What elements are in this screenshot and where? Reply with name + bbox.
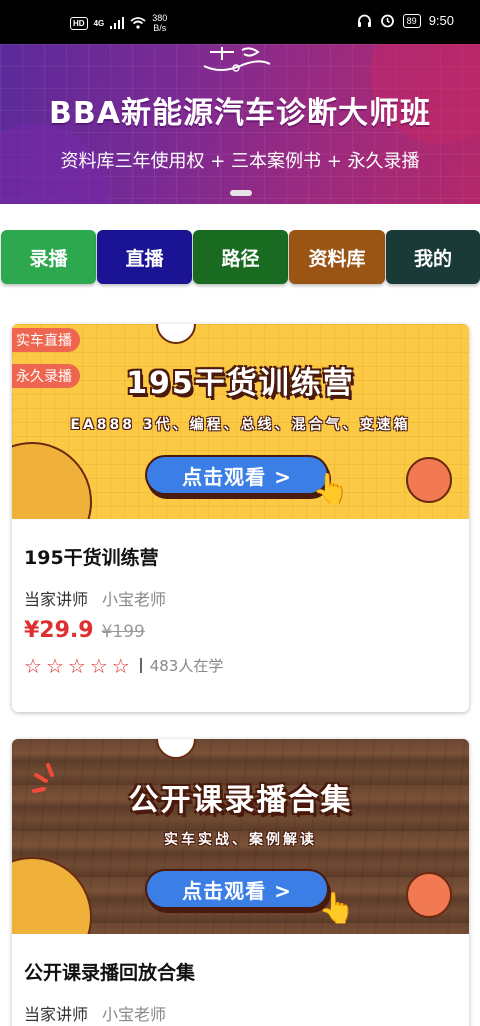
course-info: 公开课录播回放合集 当家讲师 小宝老师 [12, 958, 469, 1025]
course-cover[interactable]: 公开课录播合集 实车实战、案例解读 点击观看 > 👆 [12, 739, 469, 934]
carousel-indicator[interactable] [230, 190, 252, 196]
network-speed: 380 B/s [152, 13, 167, 33]
pointer-hand-icon: 👆 [312, 472, 350, 507]
teacher-label: 当家讲师 [24, 590, 89, 609]
permanent-replay-tag: 永久录播 [12, 364, 80, 388]
cover-subtitle: EA888 3代、编程、总线、混合气、变速箱 [70, 417, 411, 433]
star-icon: ☆ [111, 653, 130, 678]
course-title: 195干货训练营 [24, 547, 159, 569]
headphones-icon [357, 14, 371, 27]
teacher-row: 当家讲师 小宝老师 [24, 1001, 457, 1025]
status-right: 89 9:50 [357, 13, 454, 28]
watch-now-button[interactable]: 点击观看 > [145, 869, 329, 909]
promo-banner[interactable]: BBA新能源汽车诊断大师班 资料库三年使用权 + 三本案例书 + 永久录播 [0, 44, 480, 204]
pointer-hand-icon: 👆 [318, 891, 356, 926]
current-price: ¥29.9 [24, 618, 94, 643]
course-card[interactable]: 公开课录播合集 实车实战、案例解读 点击观看 > 👆 公开课录播回放合集 当家讲… [12, 739, 469, 1026]
live-tag: 实车直播 [12, 328, 80, 352]
teacher-label: 当家讲师 [24, 1005, 89, 1024]
decoration-circle [12, 442, 92, 519]
speed-value: 380 [152, 13, 168, 23]
cover-subtitle: 实车实战、案例解读 [164, 832, 317, 848]
divider [139, 658, 142, 673]
decoration-circle [406, 457, 452, 503]
banner-subtitle: 资料库三年使用权 + 三本案例书 + 永久录播 [60, 151, 420, 172]
category-nav: 录播 直播 路径 资料库 我的 [0, 230, 480, 286]
course-cover[interactable]: 195干货训练营 EA888 3代、编程、总线、混合气、变速箱 点击观看 > 👆… [12, 324, 469, 519]
wifi-icon [130, 17, 146, 29]
status-bar: HD 4G 380 B/s 89 9:50 [0, 0, 480, 44]
price-row: ¥29.9 ¥199 [24, 618, 457, 643]
status-left: HD 4G 380 B/s [70, 13, 167, 33]
signal-icon [110, 17, 125, 29]
clock: 9:50 [428, 13, 454, 28]
watch-now-button[interactable]: 点击观看 > [145, 455, 329, 495]
battery-icon: 89 [402, 13, 421, 28]
nav-path-button[interactable]: 路径 [193, 230, 288, 284]
speed-unit: B/s [153, 23, 167, 33]
nav-live-button[interactable]: 直播 [97, 230, 192, 284]
decoration-circle [406, 872, 452, 918]
cover-title: 公开课录播合集 [128, 783, 353, 818]
star-icon: ☆ [45, 653, 64, 678]
teacher-name: 小宝老师 [102, 1005, 167, 1024]
nav-recorded-button[interactable]: 录播 [1, 230, 96, 284]
student-count: 483人在学 [149, 657, 224, 675]
course-card[interactable]: 195干货训练营 EA888 3代、编程、总线、混合气、变速箱 点击观看 > 👆… [12, 324, 469, 712]
cover-title: 195干货训练营 [126, 366, 355, 401]
star-icon: ☆ [24, 653, 42, 678]
nav-library-button[interactable]: 资料库 [289, 230, 385, 284]
brand-logo-icon [203, 47, 271, 72]
course-title: 公开课录播回放合集 [24, 962, 196, 984]
nav-mine-button[interactable]: 我的 [386, 230, 480, 284]
star-icon: ☆ [89, 653, 108, 678]
hd-badge: HD [70, 16, 88, 30]
original-price: ¥199 [101, 622, 145, 642]
rating-row: ☆ ☆ ☆ ☆ ☆ 483人在学 [24, 655, 457, 676]
star-rating: ☆ ☆ ☆ ☆ ☆ [24, 656, 130, 676]
signal-label: 4G [93, 18, 105, 28]
banner-title: BBA新能源汽车诊断大师班 [49, 96, 431, 131]
star-icon: ☆ [67, 653, 86, 678]
course-info: 195干货训练营 当家讲师 小宝老师 ¥29.9 ¥199 ☆ ☆ ☆ ☆ ☆ … [12, 543, 469, 676]
teacher-name: 小宝老师 [102, 590, 167, 609]
alarm-icon [380, 14, 394, 28]
teacher-row: 当家讲师 小宝老师 [24, 586, 457, 610]
decoration-circle [156, 324, 196, 344]
